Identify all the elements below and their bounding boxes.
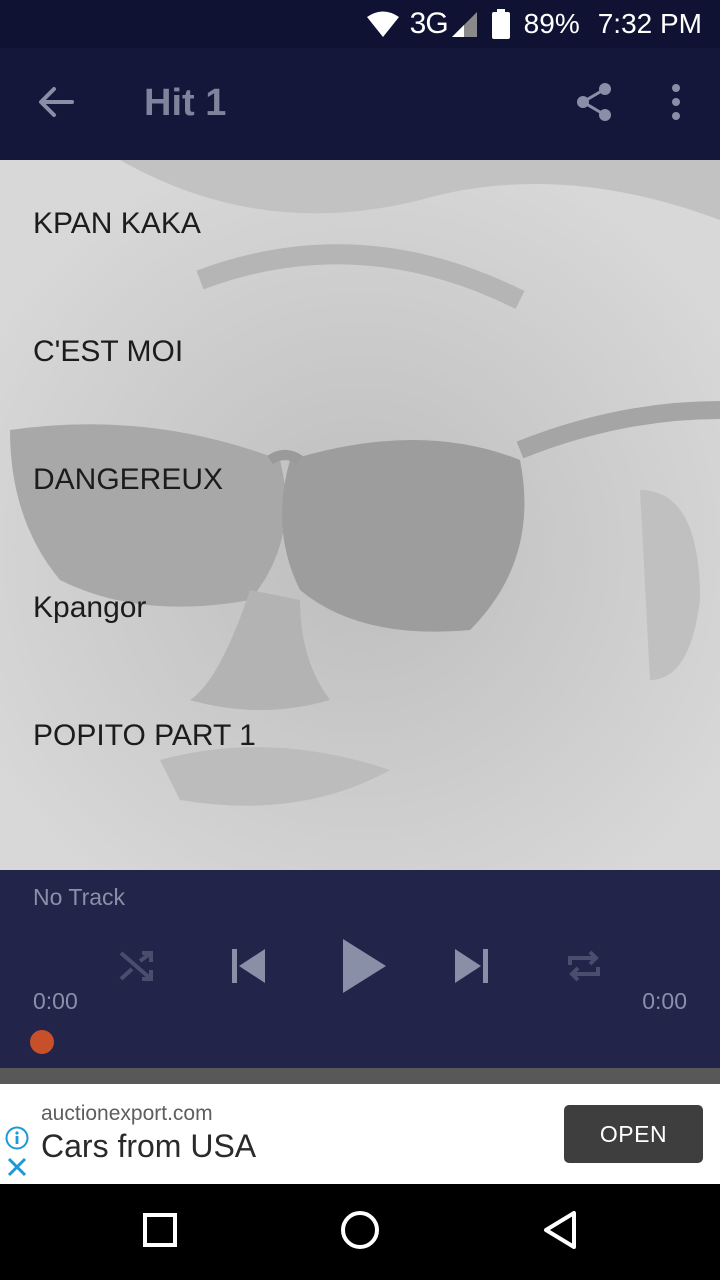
info-icon[interactable] (5, 1126, 29, 1155)
previous-icon (228, 946, 268, 991)
network-type: 3G (409, 7, 449, 40)
track-title: KPAN KAKA (33, 207, 201, 240)
shuffle-button[interactable] (110, 942, 162, 994)
app-bar: Hit 1 (0, 48, 720, 160)
share-icon (575, 82, 613, 127)
repeat-icon (565, 947, 603, 990)
repeat-button[interactable] (558, 942, 610, 994)
battery-percent: 89% (523, 8, 580, 39)
ad-headline: Cars from USA (41, 1128, 257, 1164)
more-vert-icon (671, 83, 681, 125)
navigation-bar (0, 1184, 720, 1280)
track-item[interactable]: POPITO PART 1 (0, 672, 720, 800)
track-item[interactable]: DANGEREUX (0, 416, 720, 544)
recents-button[interactable] (128, 1204, 192, 1260)
clock: 7:32 PM (597, 8, 702, 39)
previous-button[interactable] (222, 942, 274, 994)
track-title: POPITO PART 1 (33, 719, 256, 752)
battery-icon (491, 9, 510, 39)
play-icon (340, 937, 388, 1000)
now-playing-label: No Track (33, 884, 126, 910)
wifi-icon (366, 10, 400, 38)
elapsed-time: 0:00 (33, 988, 78, 1014)
track-title: Kpangor (33, 591, 147, 624)
ad-domain: auctionexport.com (41, 1102, 213, 1125)
share-button[interactable] (566, 76, 622, 132)
close-icon[interactable] (6, 1156, 28, 1183)
duration-time: 0:00 (642, 988, 687, 1014)
next-icon (452, 946, 492, 991)
back-icon (542, 1210, 578, 1255)
page-title: Hit 1 (144, 82, 227, 124)
track-list-area: KPAN KAKA C'EST MOI DANGEREUX Kpangor PO… (0, 160, 720, 870)
status-bar: 3G 89% 7:32 PM (0, 0, 720, 48)
recents-icon (143, 1212, 177, 1252)
cell-signal-icon (450, 10, 478, 38)
home-icon (340, 1210, 380, 1255)
shuffle-icon (118, 948, 154, 989)
track-item[interactable]: KPAN KAKA (0, 160, 720, 288)
more-options-button[interactable] (652, 76, 700, 132)
track-item[interactable]: Kpangor (0, 544, 720, 672)
track-item[interactable]: C'EST MOI (0, 288, 720, 416)
back-button[interactable] (26, 76, 86, 132)
play-button[interactable] (330, 934, 398, 1002)
player-panel: No Track 0:00 0:00 (0, 870, 720, 1068)
open-button[interactable]: OPEN (564, 1105, 703, 1163)
next-button[interactable] (446, 942, 498, 994)
back-arrow-icon (38, 86, 74, 123)
ad-banner[interactable]: auctionexport.com Cars from USA OPEN (0, 1084, 720, 1184)
home-button[interactable] (328, 1204, 392, 1260)
seek-bar-thumb[interactable] (30, 1030, 54, 1054)
divider (0, 1068, 720, 1084)
system-back-button[interactable] (528, 1204, 592, 1260)
track-title: C'EST MOI (33, 335, 184, 368)
track-title: DANGEREUX (33, 463, 224, 496)
